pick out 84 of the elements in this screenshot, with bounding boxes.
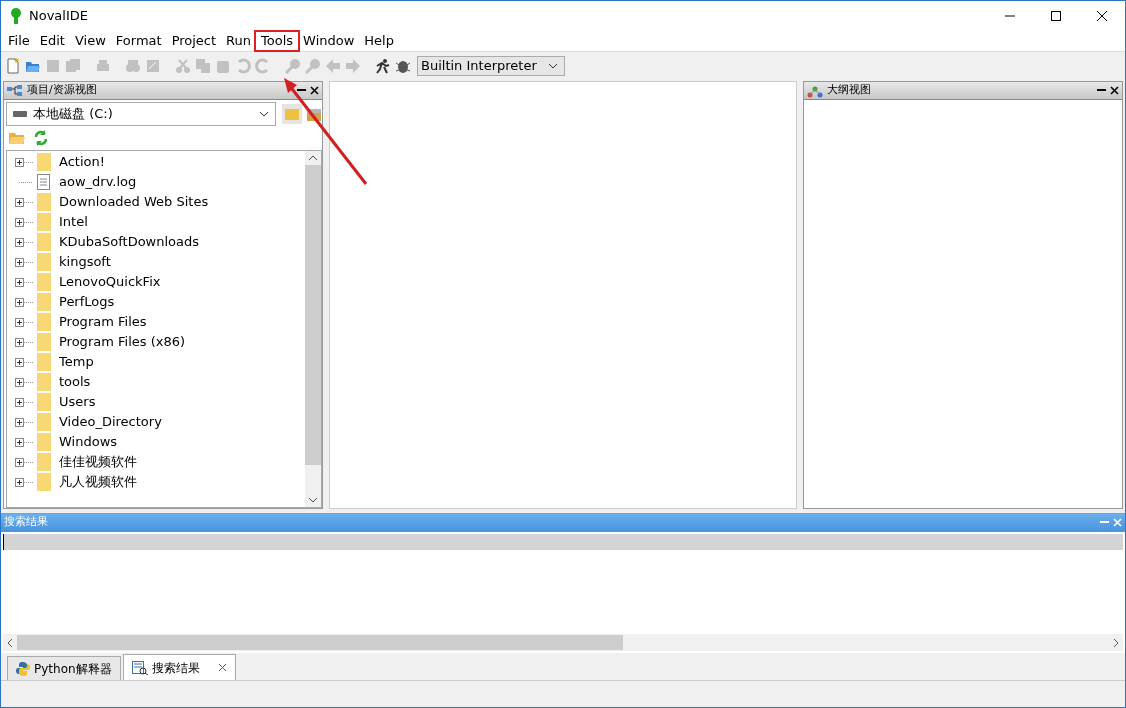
close-icon[interactable]: [217, 663, 227, 672]
refresh-icon[interactable]: [32, 130, 49, 146]
panel-title: 大纲视图: [827, 82, 871, 99]
menu-item[interactable]: Run: [221, 32, 257, 50]
tree-item[interactable]: Program Files: [7, 312, 305, 332]
tree-item[interactable]: Program Files (x86): [7, 332, 305, 352]
tree-item[interactable]: Intel: [7, 212, 305, 232]
scroll-thumb[interactable]: [305, 165, 321, 465]
expand-icon[interactable]: [15, 157, 33, 167]
tree-item[interactable]: LenovoQuickFix: [7, 272, 305, 292]
menu-item[interactable]: Project: [166, 32, 222, 50]
folder-icon: [37, 473, 51, 491]
folder-icon: [37, 313, 51, 331]
expand-icon[interactable]: [15, 417, 33, 427]
expand-icon[interactable]: [15, 337, 33, 347]
close-icon[interactable]: [1110, 86, 1119, 95]
expand-icon[interactable]: [15, 237, 33, 247]
new-icon[interactable]: [5, 57, 21, 74]
interpreter-dropdown[interactable]: Builtin Interpreter: [417, 55, 565, 76]
chevron-down-icon: [548, 62, 558, 69]
folder-icon: [37, 273, 51, 291]
app-logo-icon: [9, 7, 23, 25]
chevron-down-icon: [259, 111, 269, 117]
folder-icon: [37, 333, 51, 351]
run-icon[interactable]: [375, 57, 391, 74]
tree-item[interactable]: KDubaSoftDownloads: [7, 232, 305, 252]
tree-item[interactable]: 佳佳视频软件: [7, 452, 305, 472]
menu-item[interactable]: Format: [110, 32, 167, 50]
folder-icon: [37, 353, 51, 371]
tree-item[interactable]: Video_Directory: [7, 412, 305, 432]
panel-title: 项目/资源视图: [27, 82, 97, 99]
menu-item[interactable]: File: [3, 32, 35, 50]
menu-item[interactable]: Window: [298, 32, 360, 50]
menu-item[interactable]: Help: [359, 32, 399, 50]
expand-icon[interactable]: [15, 277, 33, 287]
expand-icon[interactable]: [15, 357, 33, 367]
expand-icon[interactable]: [15, 397, 33, 407]
folder-icon: [37, 233, 51, 251]
tree-item[interactable]: 凡人视频软件: [7, 472, 305, 492]
panel-title: 搜索结果: [4, 514, 48, 531]
folder-icon: [37, 213, 51, 231]
tree-item[interactable]: Users: [7, 392, 305, 412]
scroll-thumb[interactable]: [17, 635, 623, 650]
close-icon[interactable]: [1097, 11, 1107, 21]
expand-icon[interactable]: [15, 377, 33, 387]
expand-icon[interactable]: [15, 257, 33, 267]
tab[interactable]: Python解释器: [7, 656, 121, 680]
expand-icon[interactable]: [15, 217, 33, 227]
folder-icon: [37, 433, 51, 451]
folder-icon: [37, 373, 51, 391]
maximize-icon[interactable]: [1051, 11, 1061, 21]
tab[interactable]: 搜索结果: [122, 654, 236, 680]
tree-item[interactable]: kingsoft: [7, 252, 305, 272]
expand-icon[interactable]: [15, 317, 33, 327]
tree-item[interactable]: aow_drv.log: [7, 172, 305, 192]
tree-item[interactable]: Windows: [7, 432, 305, 452]
folder-icon: [37, 413, 51, 431]
menu-item[interactable]: View: [69, 32, 111, 50]
folder-icon: [37, 393, 51, 411]
window-title: NovalIDE: [29, 7, 88, 26]
document-icon: [37, 174, 51, 190]
menu-item[interactable]: Tools: [256, 32, 299, 50]
tree-item[interactable]: PerfLogs: [7, 292, 305, 312]
menu-item[interactable]: Edit: [34, 32, 70, 50]
tree-item[interactable]: Downloaded Web Sites: [7, 192, 305, 212]
folder-icon: [37, 253, 51, 271]
drive-dropdown[interactable]: 本地磁盘 (C:): [6, 102, 276, 126]
search-results-icon: [131, 660, 148, 675]
tree-item[interactable]: Action!: [7, 152, 305, 172]
expand-icon[interactable]: [15, 297, 33, 307]
close-icon[interactable]: [310, 86, 319, 95]
tree-item[interactable]: Temp: [7, 352, 305, 372]
expand-icon[interactable]: [15, 437, 33, 447]
folder-icon: [37, 453, 51, 471]
folder-icon: [37, 293, 51, 311]
python-icon: [16, 661, 30, 676]
tree-view-icon: [7, 84, 23, 97]
tree-item[interactable]: tools: [7, 372, 305, 392]
folder-icon: [37, 193, 51, 211]
expand-icon[interactable]: [15, 477, 33, 487]
folder-icon: [37, 153, 51, 171]
expand-icon[interactable]: [15, 457, 33, 467]
expand-icon[interactable]: [15, 197, 33, 207]
drive-icon: [13, 110, 27, 118]
